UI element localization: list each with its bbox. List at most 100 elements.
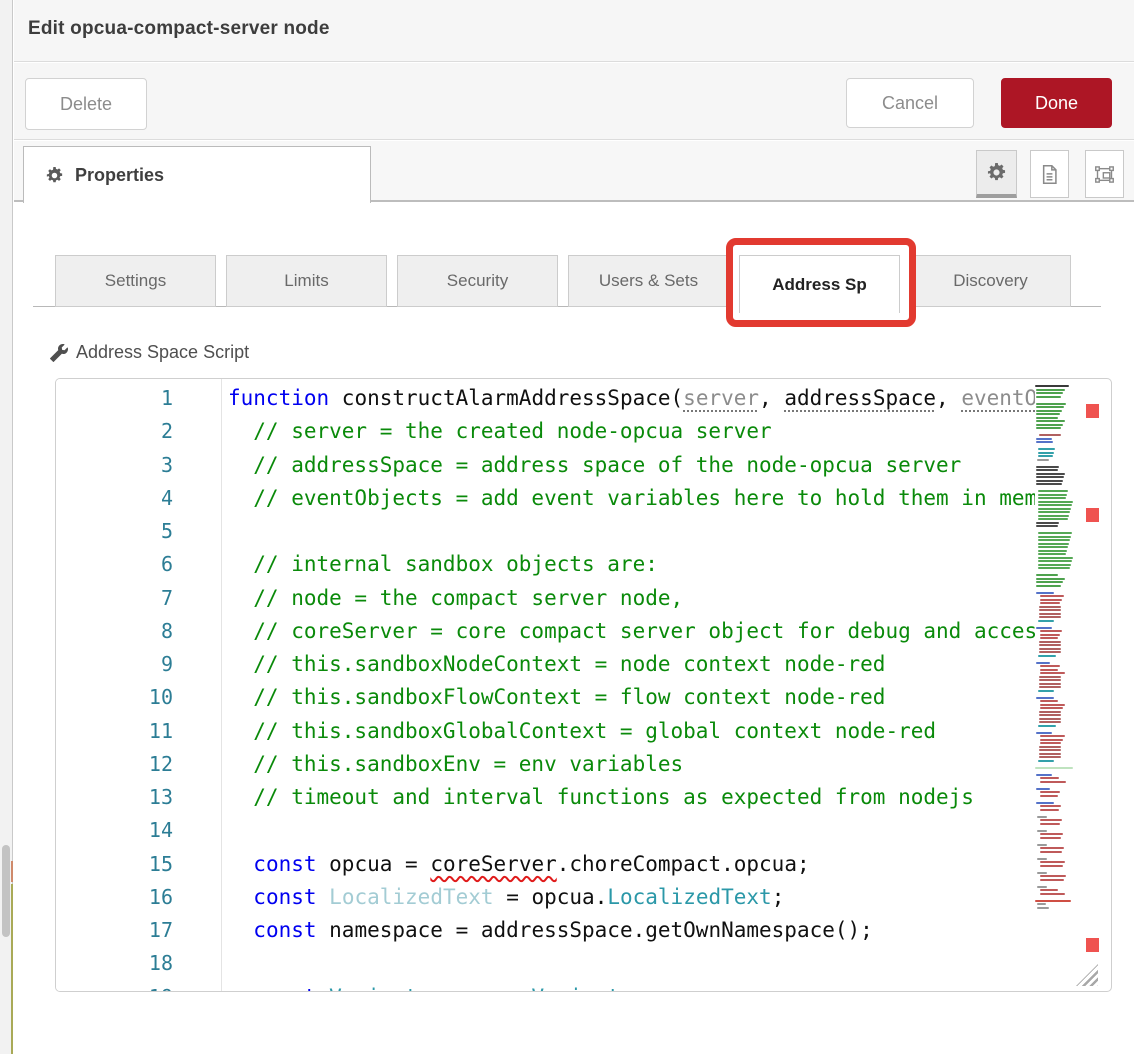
minimap-line [1040,893,1065,895]
code-area[interactable]: function constructAlarmAddressSpace(serv… [223,379,1035,991]
minimap-line [1035,445,1075,447]
tab-properties[interactable]: Properties [23,146,371,203]
tab-discovery[interactable]: Discovery [910,255,1071,307]
minimap-line [1040,865,1063,867]
delete-button[interactable]: Delete [25,78,147,130]
code-line[interactable]: // this.sandboxGlobalContext = global co… [223,715,1035,748]
minimap-line [1039,686,1061,688]
minimap-line [1036,592,1054,594]
minimap-line [1039,644,1061,646]
minimap-line [1037,844,1047,846]
minimap-line [1037,903,1046,905]
code-line[interactable]: // server = the created node-opcua serve… [223,415,1035,448]
minimap-line [1035,487,1075,489]
tab-users-sets[interactable]: Users & Sets [568,255,729,307]
code-line[interactable]: const LocalizedText = opcua.LocalizedTex… [223,881,1035,914]
minimap-line [1036,788,1050,790]
code-line[interactable]: // addressSpace = address space of the n… [223,449,1035,482]
minimap-line [1040,889,1058,891]
code-line[interactable]: const Variant = opcua.Variant; [223,981,1035,992]
code-line[interactable] [223,947,1035,980]
line-number: 15 [56,848,221,881]
minimap-line [1040,700,1058,702]
code-line[interactable]: // internal sandbox objects are: [223,548,1035,581]
minimap-line [1038,543,1069,545]
minimap-line [1039,683,1061,685]
minimap-line [1040,791,1060,793]
node-description-button[interactable] [1030,150,1069,198]
minimap-line [1036,396,1061,398]
done-button[interactable]: Done [1001,78,1112,128]
node-appearance-button[interactable] [1085,150,1124,198]
minimap-line [1040,847,1064,849]
minimap-line [1038,553,1066,555]
tab-settings[interactable]: Settings [55,255,216,307]
minimap-line [1040,851,1062,853]
line-number: 10 [56,681,221,714]
script-section-label: Address Space Script [50,342,249,363]
editor-resize-handle[interactable] [1076,964,1098,986]
minimap-line [1038,536,1071,538]
code-line[interactable]: // node = the compact server node, [223,582,1035,615]
minimap-line [1039,749,1061,751]
line-number: 18 [56,947,221,980]
node-properties-button[interactable] [976,150,1017,198]
minimap-line [1038,448,1055,450]
minimap-line [1035,826,1075,828]
workspace-edge-wire [11,884,13,1054]
minimap-line [1038,539,1070,541]
tab-security[interactable]: Security [397,255,558,307]
error-marker[interactable] [1086,938,1099,952]
minimap-line [1039,606,1061,608]
code-line[interactable] [223,814,1035,847]
line-number: 14 [56,814,221,847]
code-line[interactable]: const opcua = coreServer.choreCompact.op… [223,848,1035,881]
minimap-line [1038,620,1054,622]
minimap-line [1038,567,1070,569]
tab-limits[interactable]: Limits [226,255,387,307]
minimap-line [1036,466,1059,468]
minimap-line [1040,630,1062,632]
tab-properties-label: Properties [75,165,164,186]
line-number: 7 [56,582,221,615]
minimap-line [1037,858,1047,860]
minimap-line [1040,669,1058,671]
left-scrollbar-thumb[interactable] [2,845,10,937]
minimap-line [1037,459,1049,461]
gear-icon [46,167,63,184]
minimap[interactable] [1035,385,1075,910]
minimap-line [1038,518,1068,520]
cancel-button[interactable]: Cancel [846,78,974,128]
code-line[interactable]: // coreServer = core compact server obje… [223,615,1035,648]
minimap-line [1039,609,1061,611]
minimap-line [1040,875,1066,877]
code-line[interactable]: const namespace = addressSpace.getOwnNam… [223,914,1035,947]
minimap-line [1037,886,1047,888]
minimap-line [1038,560,1072,562]
code-line[interactable]: function constructAlarmAddressSpace(serv… [223,382,1035,415]
minimap-line [1035,900,1071,902]
minimap-line [1038,455,1053,457]
minimap-line [1035,896,1075,898]
minimap-line [1038,725,1056,727]
minimap-line [1036,441,1053,443]
minimap-line [1040,665,1060,667]
minimap-line [1036,802,1054,804]
code-line[interactable]: // eventObjects = add event variables he… [223,482,1035,515]
code-line[interactable]: // this.sandboxFlowContext = flow contex… [223,681,1035,714]
minimap-line [1036,578,1065,580]
tab-address-sp[interactable]: Address Sp [739,255,900,313]
line-number: 1 [56,382,221,415]
line-number: 19 [56,981,221,993]
code-line[interactable]: // this.sandboxEnv = env variables [223,748,1035,781]
code-editor[interactable]: 12345678910111213141516171819 function c… [55,378,1112,992]
wrench-icon [50,344,68,362]
minimap-line [1038,564,1071,566]
minimap-line [1039,721,1061,723]
error-marker[interactable] [1086,404,1099,418]
code-line[interactable]: // timeout and interval functions as exp… [223,781,1035,814]
code-line[interactable] [223,515,1035,548]
error-marker[interactable] [1086,508,1099,522]
code-line[interactable]: // this.sandboxNodeContext = node contex… [223,648,1035,681]
minimap-line [1035,798,1075,800]
